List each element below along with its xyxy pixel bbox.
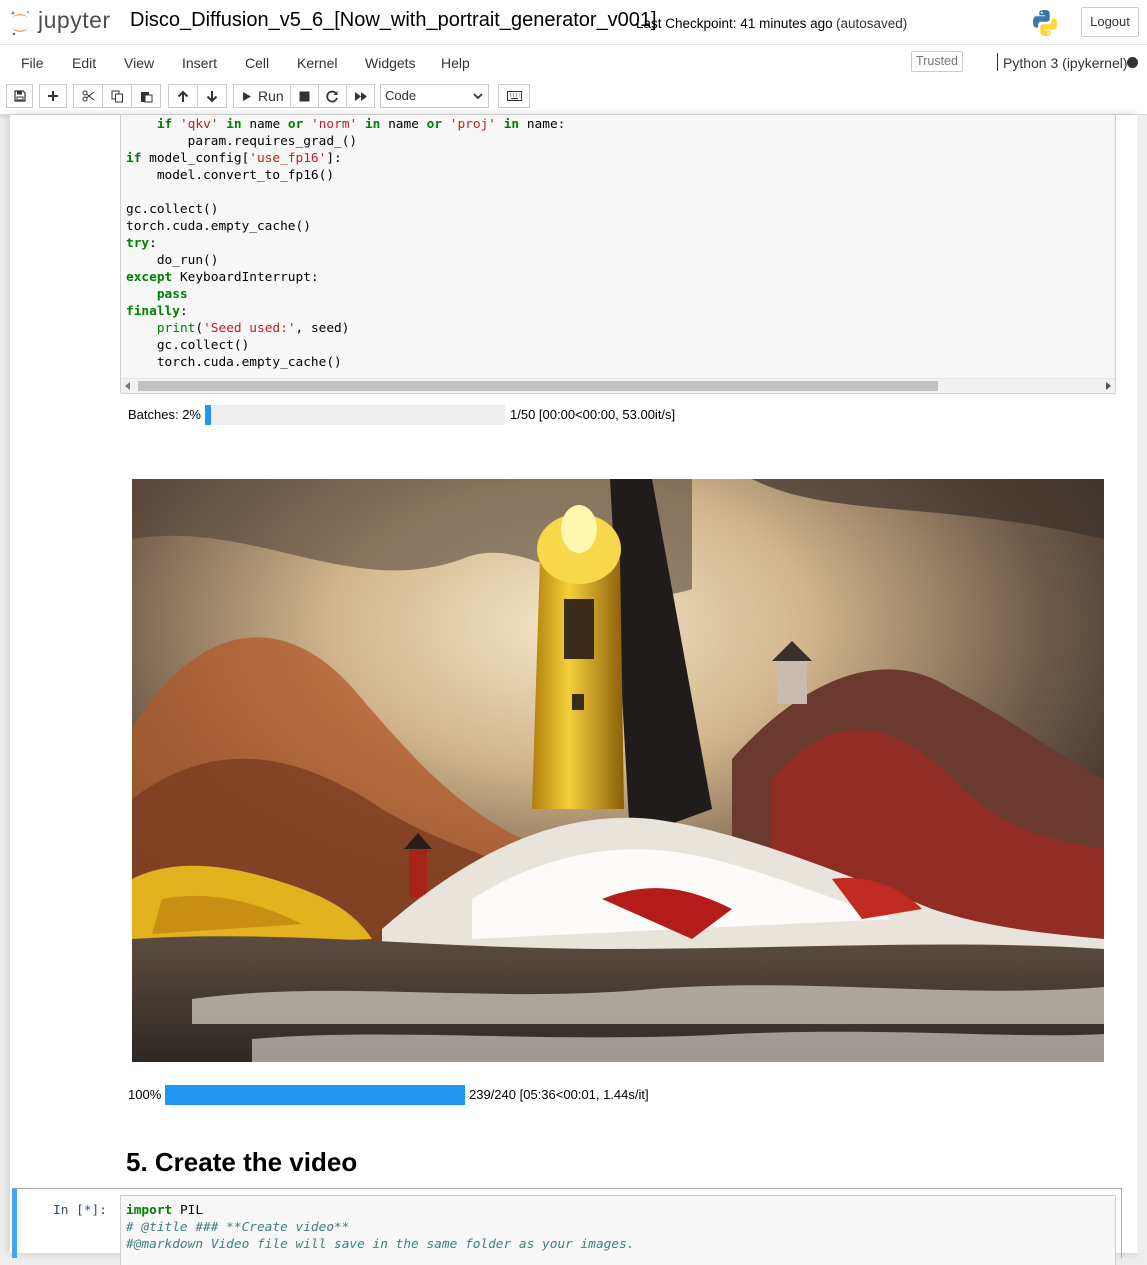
save-icon [13, 90, 26, 102]
save-button[interactable] [6, 84, 33, 108]
trusted-badge[interactable]: Trusted [911, 51, 963, 72]
progress-fill [165, 1085, 465, 1105]
code-line: # @title ### **Create video** [126, 1220, 350, 1235]
generated-image [132, 479, 1104, 1062]
python-logo-icon [1033, 10, 1057, 36]
chevron-down-icon [473, 93, 483, 100]
paste-icon [140, 91, 152, 102]
fast-forward-icon [354, 91, 367, 101]
scrollbar-thumb[interactable] [138, 381, 938, 391]
kernel-busy-indicator-icon [1127, 57, 1138, 68]
progress-track [165, 1085, 465, 1105]
page-scrollbar[interactable] [1137, 115, 1147, 1253]
copy-cell-button[interactable] [102, 84, 132, 108]
restart-run-all-button[interactable] [346, 84, 375, 108]
cut-cell-button[interactable] [73, 84, 103, 108]
progress-label: Batches: 2% [128, 407, 201, 422]
selected-code-cell[interactable]: In [*]: import PIL # @title ### **Create… [12, 1188, 1122, 1265]
keyboard-icon [506, 91, 522, 101]
kernel-name[interactable]: Python 3 (ipykernel) [1003, 55, 1128, 71]
code-line: torch.cuda.empty_cache() [126, 355, 342, 370]
progress-info: 1/50 [00:00<00:00, 53.00it/s] [510, 407, 676, 422]
code-line: gc.collect() [126, 338, 250, 353]
code-cell-input[interactable]: if 'qkv' in name or 'norm' in name or 'p… [120, 115, 1116, 394]
progress-track [205, 405, 505, 425]
command-palette-button[interactable] [498, 84, 530, 108]
copy-icon [111, 90, 123, 102]
code-line: #@markdown Video file will save in the s… [126, 1237, 635, 1252]
progress-label: 100% [128, 1087, 162, 1102]
menu-view[interactable]: View [124, 55, 154, 71]
code-line: if model_config['use_fp16']: [126, 151, 342, 166]
run-cell-button[interactable]: Run [233, 84, 291, 108]
code-editor[interactable]: if 'qkv' in name or 'norm' in name or 'p… [126, 116, 565, 371]
interrupt-kernel-button[interactable] [290, 84, 319, 108]
menu-edit[interactable]: Edit [72, 55, 96, 71]
arrow-up-icon [177, 90, 189, 102]
progress-info: 239/240 [05:36<00:01, 1.44s/it] [469, 1087, 649, 1102]
notebook-title[interactable]: Disco_Diffusion_v5_6_[Now_with_portrait_… [130, 9, 657, 32]
code-line: try: [126, 236, 157, 251]
code-string: 'qkv' [179, 117, 219, 132]
cell-prompt: In [*]: [53, 1203, 107, 1218]
jupyter-logo-text[interactable]: jupyter [38, 7, 111, 34]
jupyter-logo-icon[interactable] [9, 9, 31, 37]
notebook-header: jupyter Disco_Diffusion_v5_6_[Now_with_p… [0, 0, 1147, 45]
checkpoint-status: Last Checkpoint: 41 minutes ago [636, 16, 833, 31]
code-line: if 'qkv' in name or 'norm' in name or 'p… [126, 117, 566, 132]
progress-fill [205, 405, 211, 425]
move-cell-down-button[interactable] [197, 84, 227, 108]
menu-file[interactable]: File [21, 55, 44, 71]
cut-icon [82, 90, 94, 102]
move-cell-up-button[interactable] [168, 84, 198, 108]
code-cell-input[interactable]: import PIL # @title ### **Create video**… [120, 1195, 1116, 1265]
code-line: model.convert_to_fp16() [126, 168, 335, 183]
logout-button[interactable]: Logout [1081, 7, 1139, 37]
stop-icon [299, 91, 310, 101]
code-line: except KeyboardInterrupt: [126, 270, 319, 285]
menu-help[interactable]: Help [441, 55, 470, 71]
code-line: print('Seed used:', seed) [156, 321, 350, 336]
code-line: torch.cuda.empty_cache() [126, 219, 311, 234]
menu-cell[interactable]: Cell [245, 55, 269, 71]
code-editor[interactable]: import PIL # @title ### **Create video**… [126, 1202, 635, 1253]
code-line: do_run() [126, 253, 219, 268]
scroll-right-icon[interactable] [1105, 382, 1111, 390]
restart-kernel-button[interactable] [318, 84, 347, 108]
run-icon [243, 91, 251, 101]
cell-type-value: Code [385, 88, 417, 103]
menu-insert[interactable]: Insert [182, 55, 217, 71]
run-label: Run [258, 88, 284, 104]
autosave-status: (autosaved) [836, 16, 908, 31]
toolbar: Run Code [0, 80, 1147, 115]
section-heading: 5. Create the video [126, 1147, 358, 1177]
horizontal-scrollbar[interactable] [121, 378, 1115, 393]
code-line: param.requires_grad_() [126, 134, 358, 149]
code-line: import PIL [126, 1203, 204, 1218]
insert-cell-button[interactable] [39, 84, 67, 108]
paste-cell-button[interactable] [131, 84, 161, 108]
menu-widgets[interactable]: Widgets [365, 55, 416, 71]
code-line: gc.collect() [126, 202, 219, 217]
cell-type-select[interactable]: Code [380, 84, 489, 108]
notebook-container: if 'qkv' in name or 'norm' in name or 'p… [10, 115, 1137, 1265]
code-line: pass [126, 287, 188, 302]
arrow-down-icon [206, 90, 218, 102]
code-line: finally: [126, 304, 188, 319]
restart-icon [326, 90, 338, 102]
kernel-separator [997, 53, 998, 71]
scroll-left-icon[interactable] [125, 382, 131, 390]
menubar: File Edit View Insert Cell Kernel Widget… [0, 45, 1147, 80]
plus-icon [48, 91, 58, 101]
menu-kernel[interactable]: Kernel [297, 55, 337, 71]
